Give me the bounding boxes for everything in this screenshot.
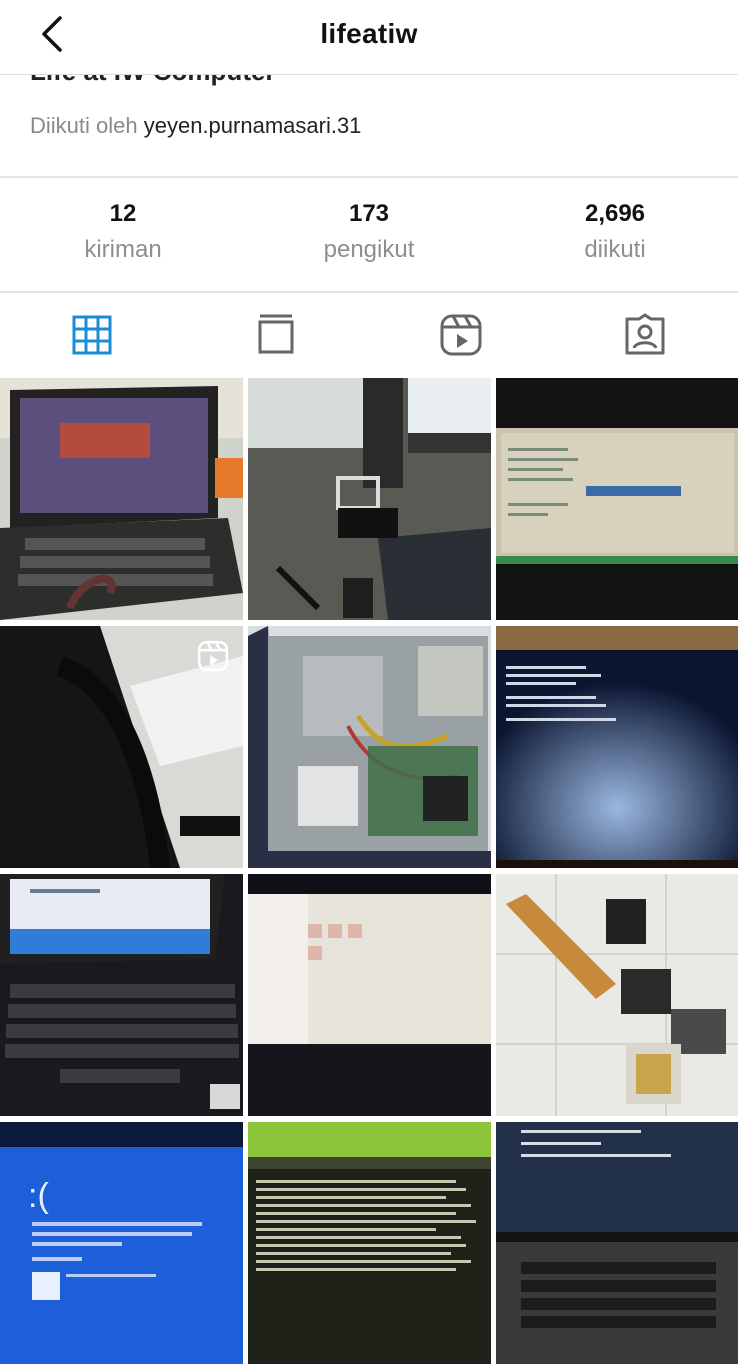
post-thumbnail[interactable] [496, 1122, 738, 1364]
profile-tabs [0, 294, 738, 376]
tab-reels[interactable] [369, 294, 553, 376]
grid-icon [72, 315, 112, 355]
divider [0, 291, 738, 293]
post-thumbnail[interactable] [0, 378, 243, 620]
post-thumbnail[interactable] [248, 874, 491, 1116]
followed-by-user[interactable]: yeyen.purnamasari.31 [144, 113, 362, 138]
profile-username: lifeatiw [320, 18, 418, 49]
svg-text::(: :( [28, 1177, 49, 1215]
tab-grid[interactable] [0, 294, 184, 376]
post-thumbnail[interactable] [0, 626, 243, 868]
post-thumbnail[interactable] [496, 378, 738, 620]
followed-by-prefix: Diikuti oleh [30, 113, 138, 138]
stat-label: diikuti [584, 236, 646, 263]
stat-posts[interactable]: 12 kiriman [23, 200, 223, 264]
followed-by-text[interactable]: Diikuti oleh yeyen.purnamasari.31 [30, 113, 361, 139]
post-thumbnail[interactable] [248, 1122, 491, 1364]
tab-tagged[interactable] [553, 294, 737, 376]
post-thumbnail[interactable] [248, 626, 491, 868]
post-thumbnail[interactable] [496, 874, 738, 1116]
stat-label: pengikut [323, 236, 415, 263]
stat-label: kiriman [84, 236, 162, 263]
post-thumbnail[interactable] [0, 874, 243, 1116]
post-thumbnail[interactable] [248, 378, 491, 620]
reels-icon [440, 314, 482, 356]
post-thumbnail[interactable] [496, 626, 738, 868]
stat-following[interactable]: 2,696 diikuti [515, 200, 715, 264]
post-thumbnail[interactable]: :( [0, 1122, 243, 1364]
top-bar: lifeatiw [0, 0, 738, 75]
reel-badge-icon [197, 640, 229, 672]
feed-icon [258, 314, 294, 354]
tagged-icon [625, 313, 665, 355]
stat-value: 2,696 [584, 200, 646, 227]
divider [0, 176, 738, 178]
stat-followers[interactable]: 173 pengikut [269, 200, 469, 264]
stat-value: 173 [348, 200, 390, 227]
tab-feed[interactable] [184, 294, 368, 376]
stat-value: 12 [109, 200, 137, 227]
